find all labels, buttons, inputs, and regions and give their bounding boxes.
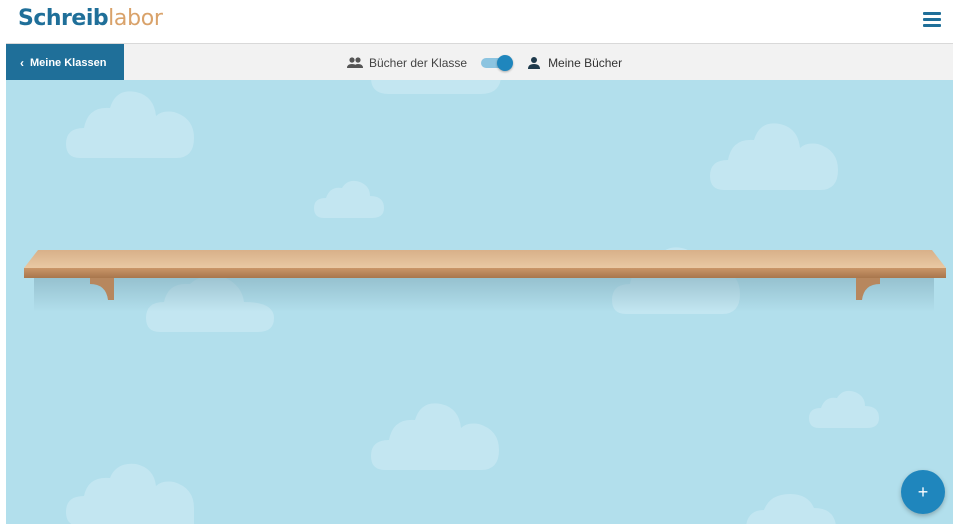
cloud-decoration [809,390,879,428]
plus-icon: + [917,481,929,502]
chevron-left-icon: ‹ [20,55,24,70]
cloud-decoration [710,123,838,190]
cloud-decoration [66,91,194,158]
my-books-label[interactable]: Meine Bücher [548,56,622,70]
cloud-decoration [66,463,194,524]
logo-main-text: Schreib [18,6,109,31]
cloud-decoration [314,180,384,218]
class-books-label[interactable]: Bücher der Klasse [369,56,467,70]
app-logo[interactable]: Schreib labor [18,6,163,36]
app-header: Schreib labor [0,0,953,43]
back-to-classes-button[interactable]: ‹ Meine Klassen [6,44,124,81]
view-toggle-group: Bücher der Klasse Meine Bücher [346,44,622,81]
cloud-decoration [746,494,836,524]
back-button-label: Meine Klassen [30,56,107,69]
bookshelf-canvas [6,80,953,524]
sub-navigation-bar: ‹ Meine Klassen Bücher der Klasse Meine … [6,43,953,81]
books-view-toggle[interactable] [481,54,514,71]
add-book-button[interactable]: + [901,470,945,514]
toggle-knob [497,54,514,71]
logo-accent-text: labor [108,6,163,31]
group-people-icon [347,56,363,68]
hamburger-menu-icon[interactable] [921,10,943,28]
cloud-decoration [371,403,499,470]
wooden-shelf [24,250,946,312]
person-icon [528,56,541,69]
cloud-decoration [371,80,501,94]
